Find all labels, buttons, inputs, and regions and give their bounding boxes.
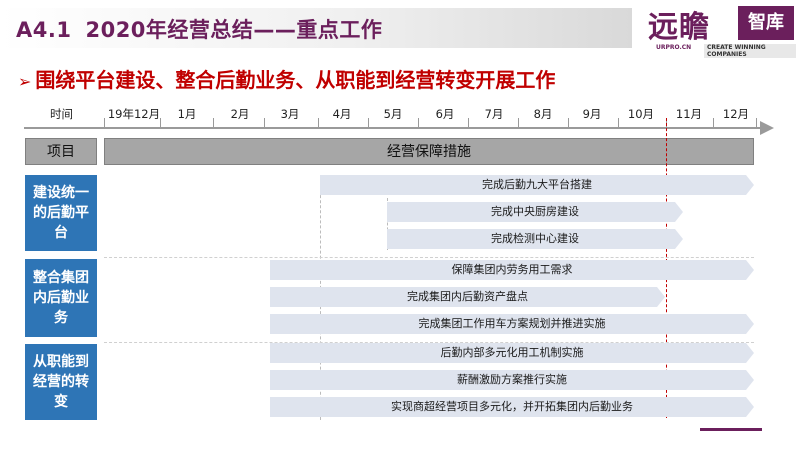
month-label: 12月: [722, 107, 750, 121]
section-number: A4.1: [16, 18, 72, 42]
axis-tick: [160, 118, 161, 128]
axis-tick: [568, 118, 569, 128]
subtitle: ➢ 围绕平台建设、整合后勤业务、从职能到经营转变开展工作: [18, 64, 555, 93]
task-bar: 后勤内部多元化用工机制实施: [270, 343, 754, 363]
axis-tick: [756, 118, 757, 128]
month-label: 11月: [675, 107, 703, 121]
month-label: 8月: [533, 107, 553, 121]
subtitle-text: 围绕平台建设、整合后勤业务、从职能到经营转变开展工作: [35, 68, 556, 92]
page-title: A4.1 2020年经营总结——重点工作: [16, 14, 382, 44]
task-bar: 完成中央厨房建设: [387, 202, 683, 222]
measures-header: 经营保障措施: [104, 138, 754, 165]
category-integration: 整合集团内后勤业务: [25, 259, 97, 337]
month-label: 2月: [230, 107, 250, 121]
axis-tick: [418, 118, 419, 128]
axis-tick: [713, 118, 714, 128]
axis-tick: [264, 118, 265, 128]
month-label: 19年12月: [107, 107, 161, 121]
month-label: 7月: [484, 107, 504, 121]
axis-tick: [468, 118, 469, 128]
task-bar: 薪酬激励方案推行实施: [270, 370, 754, 390]
axis-tick: [368, 118, 369, 128]
category-transformation: 从职能到经营的转变: [25, 344, 97, 420]
footer-accent-line: [700, 428, 762, 431]
item-header: 项目: [25, 138, 97, 165]
task-bar: 完成集团内后勤资产盘点: [270, 287, 665, 307]
month-label: 10月: [627, 107, 655, 121]
axis-tick: [618, 118, 619, 128]
logo-url: URPRO.CN: [656, 44, 692, 51]
task-bar: 实现商超经营项目多元化，并开拓集团内后勤业务: [270, 397, 754, 417]
axis-tick: [318, 118, 319, 128]
axis-tick: [518, 118, 519, 128]
arrow-bullet-icon: ➢: [18, 72, 32, 91]
row-separator: [104, 342, 754, 343]
logo-box: 智库: [738, 6, 794, 40]
title-text: 2020年经营总结——重点工作: [85, 18, 383, 42]
month-label: 3月: [280, 107, 300, 121]
axis-tick: [213, 118, 214, 128]
task-bar: 完成后勤九大平台搭建: [320, 175, 754, 195]
header: A4.1 2020年经营总结——重点工作 远瞻 智库 URPRO.CN CREAT…: [0, 0, 800, 58]
month-label: 6月: [435, 107, 455, 121]
axis-arrow-icon: [760, 121, 774, 135]
time-label: 时间: [50, 107, 73, 121]
category-platform: 建设统一的后勤平台: [25, 175, 97, 251]
row-separator: [104, 257, 754, 258]
timeline-axis: [24, 127, 764, 129]
task-bar: 完成集团工作用车方案规划并推进实施: [270, 314, 754, 334]
task-bar: 保障集团内劳务用工需求: [270, 260, 754, 280]
month-label: 9月: [582, 107, 602, 121]
company-logo: 远瞻 智库 URPRO.CN CREATE WINNING COMPANIES: [640, 2, 796, 58]
axis-tick: [104, 118, 105, 128]
month-label: 1月: [177, 107, 197, 121]
logo-slogan: CREATE WINNING COMPANIES: [704, 44, 796, 58]
logo-cn-name: 远瞻: [648, 10, 710, 45]
month-label: 4月: [332, 107, 352, 121]
month-label: 5月: [383, 107, 403, 121]
task-bar: 完成检测中心建设: [387, 229, 683, 249]
